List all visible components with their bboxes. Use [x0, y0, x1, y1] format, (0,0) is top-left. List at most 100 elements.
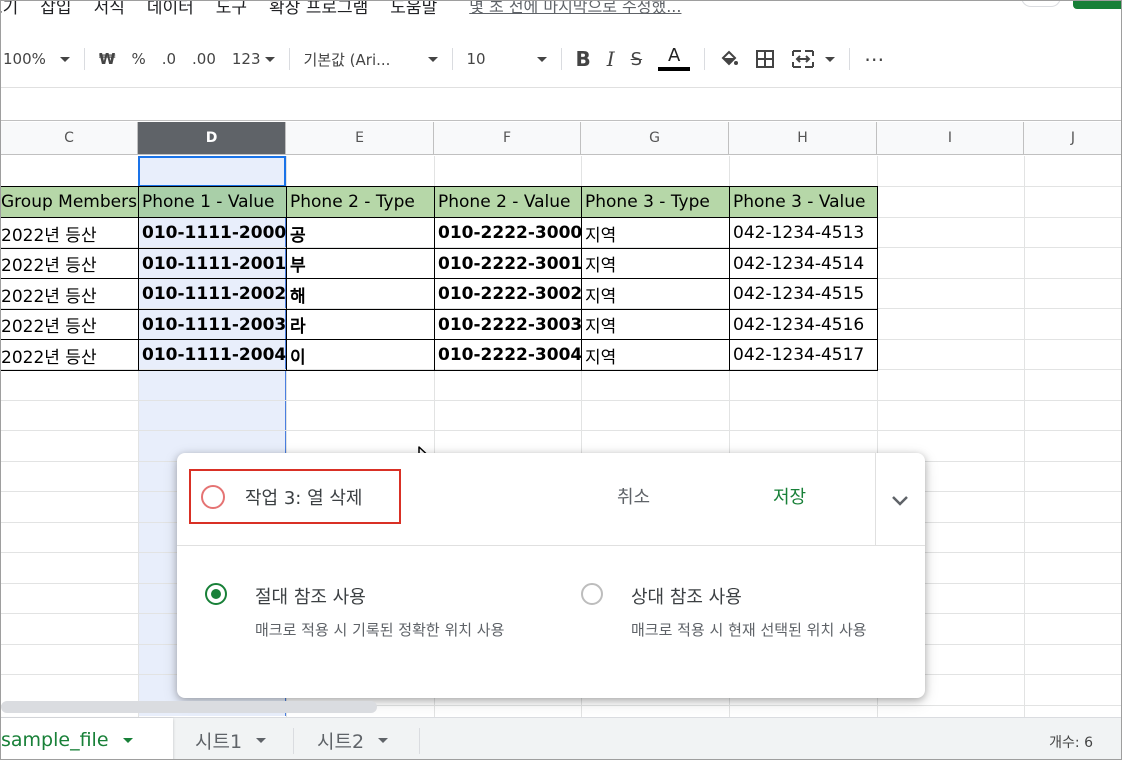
decrease-decimal-button[interactable]: .0 [154, 43, 184, 75]
column-header-d[interactable]: D [138, 122, 286, 155]
horizontal-scrollbar[interactable] [1, 701, 377, 713]
table-cell-group-members[interactable]: 2022년 등산 [1, 249, 138, 279]
font-size-select[interactable]: 10 [459, 43, 555, 75]
table-cell-group-members[interactable]: 2022년 등산 [1, 218, 138, 248]
column-header-g[interactable]: G [581, 122, 729, 155]
comment-history-button[interactable] [1021, 1, 1061, 7]
table-cell-phone3-value[interactable]: 042-1234-4514 [729, 249, 877, 279]
more-toolbar-button[interactable]: ⋯ [856, 43, 892, 75]
table-cell-phone3-type[interactable]: 지역 [581, 279, 729, 309]
table-cell-phone3-value[interactable]: 042-1234-4516 [729, 310, 877, 340]
bold-button[interactable]: B [568, 43, 599, 75]
table-cell-phone3-value[interactable]: 042-1234-4517 [729, 340, 877, 370]
save-button[interactable]: 저장 [773, 483, 806, 509]
table-cell-phone3-type[interactable]: 지역 [581, 218, 729, 248]
table-cell-phone2-type[interactable]: 라 [286, 310, 434, 340]
table-cell-phone2-value[interactable]: 010-2222-3000 [434, 218, 581, 248]
sheet-tab-sheet2[interactable]: 시트2 [299, 718, 406, 759]
merge-cells-button[interactable] [783, 43, 843, 75]
table-cell-phone2-type[interactable]: 공 [286, 218, 434, 248]
currency-icon: ₩ [98, 50, 116, 68]
chevron-down-icon[interactable] [889, 489, 911, 511]
table-cell-phone3-type[interactable]: 지역 [581, 340, 729, 370]
sheet-tab-label: 시트2 [317, 730, 365, 753]
font-family-value: 기본값 (Ari... [303, 50, 391, 69]
selection-count[interactable]: 개수: 6 [1049, 732, 1093, 752]
column-header-i[interactable]: I [877, 122, 1024, 155]
paint-bucket-icon [721, 50, 739, 66]
text-color-icon: A [658, 45, 691, 71]
font-family-select[interactable]: 기본값 (Ari... [296, 43, 446, 75]
table-cell-group-members[interactable]: 2022년 등산 [1, 279, 138, 309]
gridline-horizontal [1, 399, 1121, 401]
relative-reference-radio[interactable] [581, 583, 603, 605]
cancel-button[interactable]: 취소 [617, 483, 650, 509]
table-cell-phone2-value[interactable]: 010-2222-3002 [434, 279, 581, 309]
table-cell-phone3-value[interactable]: 042-1234-4513 [729, 218, 877, 248]
format-currency-button[interactable]: ₩ [91, 43, 124, 75]
menu-help[interactable]: 도움말 [390, 1, 437, 18]
borders-icon [756, 50, 775, 68]
fill-color-button[interactable] [711, 43, 747, 75]
table-cell-phone3-type[interactable]: 지역 [581, 249, 729, 279]
merge-cells-icon [792, 50, 815, 68]
table-cell-phone2-type[interactable]: 이 [286, 340, 434, 370]
table-cell-phone3-value[interactable]: 042-1234-4515 [729, 279, 877, 309]
table-cell-phone1-value[interactable]: 010-1111-2001 [138, 249, 286, 279]
more-formats-button[interactable]: 123 [224, 43, 283, 75]
table-cell-phone2-value[interactable]: 010-2222-3001 [434, 249, 581, 279]
menu-tools[interactable]: 도구 [216, 1, 247, 18]
header-cell-group-members[interactable]: Group Members [1, 187, 138, 217]
formula-bar[interactable] [1, 87, 1121, 121]
header-cell-phone1-value[interactable]: Phone 1 - Value [138, 187, 286, 217]
table-cell-phone1-value[interactable]: 010-1111-2004 [138, 340, 286, 370]
menu-insert[interactable]: 삽입 [40, 1, 71, 18]
column-header-h[interactable]: H [729, 122, 877, 155]
absolute-reference-radio[interactable] [205, 583, 227, 605]
menu-data[interactable]: 데이터 [147, 1, 194, 18]
column-header-c[interactable]: C [1, 122, 138, 155]
italic-button[interactable]: I [599, 43, 623, 75]
header-cell-phone2-value[interactable]: Phone 2 - Value [434, 187, 581, 217]
menu-extensions[interactable]: 확장 프로그램 [269, 1, 368, 18]
last-edit-link[interactable]: 몇 초 전에 마지막으로 수정했... [469, 1, 681, 17]
menu-format[interactable]: 서식 [94, 1, 125, 18]
table-cell-phone2-value[interactable]: 010-2222-3003 [434, 310, 581, 340]
zoom-select[interactable]: 100% [1, 43, 78, 75]
borders-button[interactable] [747, 43, 783, 75]
column-header-e[interactable]: E [286, 122, 434, 155]
table-cell-phone1-value[interactable]: 010-1111-2000 [138, 218, 286, 248]
tab-divider [419, 728, 420, 754]
column-header-f[interactable]: F [434, 122, 581, 155]
percent-icon: % [131, 50, 146, 68]
table-cell-phone2-type[interactable]: 부 [286, 249, 434, 279]
header-cell-phone2-type[interactable]: Phone 2 - Type [286, 187, 434, 217]
sheet-tab-label: sample_file [1, 729, 109, 751]
increase-decimal-icon: .00 [192, 50, 216, 68]
strikethrough-button[interactable]: S [623, 43, 650, 75]
table-cell-group-members[interactable]: 2022년 등산 [1, 310, 138, 340]
toolbar-divider [560, 48, 562, 70]
toolbar-divider [849, 48, 851, 70]
header-cell-phone3-value[interactable]: Phone 3 - Value [729, 187, 877, 217]
table-cell-phone1-value[interactable]: 010-1111-2003 [138, 310, 286, 340]
text-color-button[interactable]: A [650, 43, 698, 75]
table-cell-phone3-type[interactable]: 지역 [581, 310, 729, 340]
share-button[interactable] [1073, 1, 1121, 9]
active-cell[interactable] [138, 156, 286, 187]
table-cell-phone2-type[interactable]: 해 [286, 279, 434, 309]
table-cell-phone2-value[interactable]: 010-2222-3004 [434, 340, 581, 370]
gridline-horizontal [1, 430, 1121, 431]
format-percent-button[interactable]: % [123, 43, 153, 75]
sheet-tab-sample-file[interactable]: sample_file [1, 718, 173, 759]
column-header-j[interactable]: J [1024, 122, 1121, 155]
table-cell-phone1-value[interactable]: 010-1111-2002 [138, 279, 286, 309]
sheet-tab-sheet1[interactable]: 시트1 [177, 718, 284, 759]
text-color-letter: A [667, 45, 681, 66]
toolbar-divider [704, 48, 706, 70]
header-cell-phone3-type[interactable]: Phone 3 - Type [581, 187, 729, 217]
table-cell-group-members[interactable]: 2022년 등산 [1, 340, 138, 370]
increase-decimal-button[interactable]: .00 [184, 43, 224, 75]
menu-view[interactable]: 보기 [1, 1, 18, 18]
relative-reference-desc: 매크로 적용 시 현재 선택된 위치 사용 [631, 621, 867, 639]
